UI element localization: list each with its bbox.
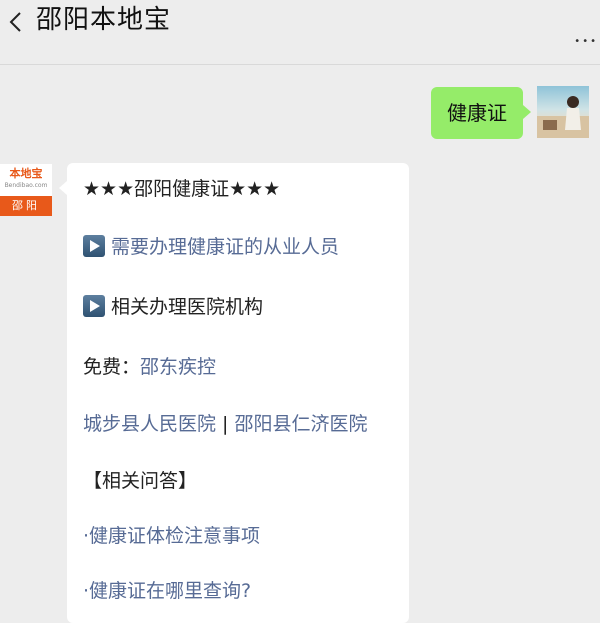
avatar-brand-text: 本地宝 xyxy=(9,167,43,180)
more-options-icon[interactable]: ••• xyxy=(574,36,598,47)
chat-title: 邵阳本地宝 xyxy=(36,5,172,35)
play-icon xyxy=(83,235,105,257)
avatar-city-text: 邵阳 xyxy=(0,196,52,216)
free-label: 免费： xyxy=(83,356,141,378)
outgoing-message-bubble[interactable]: 健康证 xyxy=(431,87,531,139)
bendibao-avatar[interactable]: 本地宝 Bendibao.com 邵阳 xyxy=(0,164,52,216)
separator: | xyxy=(216,413,235,435)
link-shaodong-cdc[interactable]: 邵东疾控 xyxy=(140,356,216,378)
link-shaoyang-renji-hospital[interactable]: 邵阳县仁济医院 xyxy=(235,413,368,435)
link-chengbu-hospital[interactable]: 城步县人民医院 xyxy=(83,413,216,435)
link-qa-where-to-query[interactable]: ·健康证在哪里查询? xyxy=(83,578,251,604)
related-hospitals-item: 相关办理医院机构 xyxy=(83,294,263,320)
link-workers-requirement[interactable]: 需要办理健康证的从业人员 xyxy=(83,234,339,260)
message-heading: ★★★邵阳健康证★★★ xyxy=(83,178,281,200)
chat-header: 邵阳本地宝 ••• xyxy=(0,0,600,65)
incoming-message-bubble: ★★★邵阳健康证★★★ 需要办理健康证的从业人员 相关办理医院机构 免费：邵东疾… xyxy=(59,163,409,623)
play-icon xyxy=(83,295,105,317)
avatar-domain-text: Bendibao.com xyxy=(4,182,48,189)
link-qa-checkup-notes[interactable]: ·健康证体检注意事项 xyxy=(83,523,260,549)
hospitals-row: 城步县人民医院 | 邵阳县仁济医院 xyxy=(83,411,368,437)
user-avatar-photo-icon xyxy=(537,96,589,138)
qa-section-title: 【相关问答】 xyxy=(83,470,198,492)
back-chevron-icon[interactable] xyxy=(6,10,26,34)
user-avatar[interactable] xyxy=(537,86,589,138)
free-row: 免费：邵东疾控 xyxy=(83,354,216,380)
